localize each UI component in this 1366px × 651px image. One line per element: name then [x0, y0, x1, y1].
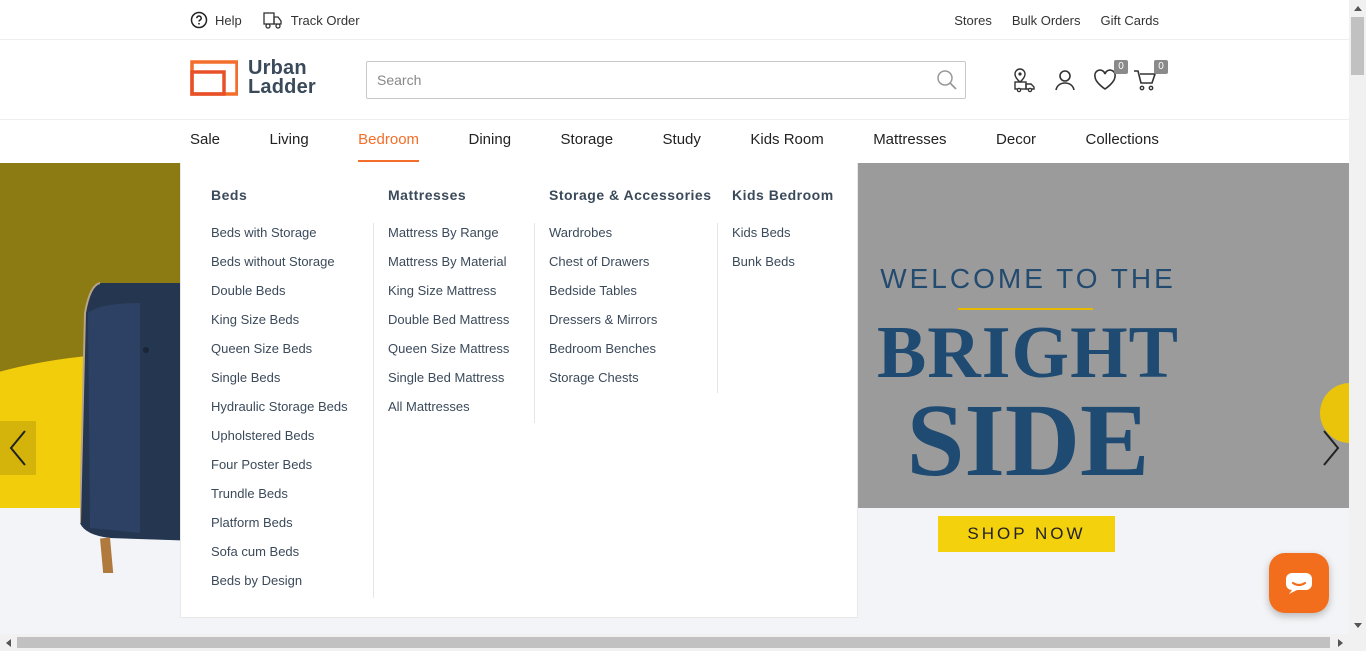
logo-icon: [190, 60, 238, 96]
wishlist-count-badge: 0: [1114, 60, 1128, 74]
nav-item-mattresses[interactable]: Mattresses: [873, 120, 946, 163]
bedroom-mega-menu: Beds Beds with Storage Beds without Stora…: [180, 163, 858, 618]
nav-item-dining[interactable]: Dining: [469, 120, 512, 163]
logo-line2: Ladder: [248, 76, 316, 98]
mega-col-links: Beds with Storage Beds without Storage Dou…: [211, 224, 348, 601]
cart-icon[interactable]: 0: [1132, 60, 1168, 93]
carousel-next-button[interactable]: [1313, 421, 1349, 475]
nav-item-decor[interactable]: Decor: [996, 120, 1036, 163]
user-icon[interactable]: [1052, 67, 1078, 93]
cart-count-badge: 0: [1154, 60, 1168, 74]
track-order-label: Track Order: [290, 12, 360, 28]
mega-link[interactable]: Bedside Tables: [549, 282, 657, 311]
help-label: Help: [215, 12, 242, 28]
carousel-prev-button[interactable]: [0, 421, 36, 475]
mega-link[interactable]: Platform Beds: [211, 514, 348, 543]
column-divider: [534, 223, 535, 423]
mega-link[interactable]: Hydraulic Storage Beds: [211, 398, 348, 427]
mega-link[interactable]: Beds without Storage: [211, 253, 348, 282]
utility-left: Help Track Order: [190, 0, 360, 40]
search-icon[interactable]: [929, 62, 965, 98]
mega-link[interactable]: Dressers & Mirrors: [549, 311, 657, 340]
mega-link[interactable]: Double Beds: [211, 282, 348, 311]
mega-link[interactable]: Queen Size Mattress: [388, 340, 509, 369]
category-nav: Sale Living Bedroom Dining Storage Study Kids …: [0, 120, 1349, 163]
hero-welcome-text: WELCOME TO THE: [880, 263, 1176, 294]
mega-link[interactable]: Single Bed Mattress: [388, 369, 509, 398]
help-icon: [190, 11, 208, 29]
mega-link[interactable]: Beds with Storage: [211, 224, 348, 253]
store-locator-icon[interactable]: [1012, 67, 1038, 93]
vertical-scrollbar-thumb[interactable]: [1351, 17, 1364, 75]
mega-link[interactable]: King Size Beds: [211, 311, 348, 340]
mega-link[interactable]: Bedroom Benches: [549, 340, 657, 369]
logo[interactable]: Urban Ladder: [190, 58, 316, 98]
mega-link[interactable]: Wardrobes: [549, 224, 657, 253]
shop-now-button[interactable]: SHOP NOW: [938, 516, 1115, 552]
mega-col-links: Mattress By Range Mattress By Material Kin…: [388, 224, 509, 427]
nav-item-kids-room[interactable]: Kids Room: [750, 120, 823, 163]
category-nav-list: Sale Living Bedroom Dining Storage Study Kids …: [190, 120, 1159, 163]
scroll-left-icon[interactable]: [0, 634, 17, 651]
hero-side-text: SIDE: [906, 383, 1150, 498]
mega-link[interactable]: Upholstered Beds: [211, 427, 348, 456]
mega-link[interactable]: Storage Chests: [549, 369, 657, 398]
mega-link[interactable]: Sofa cum Beds: [211, 543, 348, 572]
hero-divider: [958, 308, 1093, 310]
mega-link[interactable]: Chest of Drawers: [549, 253, 657, 282]
truck-icon: [263, 12, 282, 29]
scroll-up-icon[interactable]: [1349, 0, 1366, 17]
chevron-right-icon: [1323, 430, 1340, 466]
mega-col-heading[interactable]: Mattresses: [388, 187, 466, 203]
mega-col-heading[interactable]: Kids Bedroom: [732, 187, 834, 203]
mega-link[interactable]: Trundle Beds: [211, 485, 348, 514]
mega-link[interactable]: Single Beds: [211, 369, 348, 398]
nav-item-collections[interactable]: Collections: [1086, 120, 1159, 163]
horizontal-scrollbar[interactable]: [0, 634, 1366, 651]
mega-col-heading[interactable]: Storage & Accessories: [549, 187, 712, 203]
column-divider: [717, 223, 718, 393]
column-divider: [373, 223, 374, 598]
chat-bubble-icon: [1286, 573, 1312, 594]
search-input[interactable]: [367, 62, 929, 98]
scroll-right-icon[interactable]: [1332, 634, 1349, 651]
hero-bright-text: BRIGHT: [876, 312, 1180, 394]
nav-item-living[interactable]: Living: [270, 120, 309, 163]
utility-right: Stores Bulk Orders Gift Cards: [954, 0, 1159, 40]
chevron-left-icon: [9, 430, 26, 466]
mega-link[interactable]: Mattress By Material: [388, 253, 509, 282]
horizontal-scrollbar-thumb[interactable]: [17, 637, 1330, 648]
wishlist-icon[interactable]: 0: [1092, 60, 1128, 93]
mega-link[interactable]: Four Poster Beds: [211, 456, 348, 485]
mega-link[interactable]: Double Bed Mattress: [388, 311, 509, 340]
bulk-orders-link[interactable]: Bulk Orders: [1012, 13, 1081, 28]
logo-text: Urban Ladder: [248, 58, 316, 98]
scroll-down-icon[interactable]: [1349, 617, 1366, 634]
stores-link[interactable]: Stores: [954, 13, 992, 28]
mega-col-links: Kids Beds Bunk Beds: [732, 224, 795, 282]
nav-item-bedroom[interactable]: Bedroom: [358, 120, 419, 163]
vertical-scrollbar[interactable]: [1349, 0, 1366, 634]
mega-link[interactable]: Queen Size Beds: [211, 340, 348, 369]
gift-cards-link[interactable]: Gift Cards: [1100, 13, 1159, 28]
mega-link[interactable]: Beds by Design: [211, 572, 348, 601]
mega-col-links: Wardrobes Chest of Drawers Bedside Tables D…: [549, 224, 657, 398]
search-box: [366, 61, 966, 99]
mega-link[interactable]: Mattress By Range: [388, 224, 509, 253]
nav-item-sale[interactable]: Sale: [190, 120, 220, 163]
mega-link[interactable]: Kids Beds: [732, 224, 795, 253]
header: Urban Ladder 0 0: [0, 41, 1349, 120]
chat-button[interactable]: [1269, 553, 1329, 613]
track-order-link[interactable]: Track Order: [262, 10, 360, 30]
nav-item-study[interactable]: Study: [663, 120, 701, 163]
mega-link[interactable]: All Mattresses: [388, 398, 509, 427]
mega-link[interactable]: Bunk Beds: [732, 253, 795, 282]
mega-col-heading[interactable]: Beds: [211, 187, 247, 203]
help-link[interactable]: Help: [190, 11, 242, 29]
nav-item-storage[interactable]: Storage: [561, 120, 614, 163]
header-icons: 0 0: [1012, 60, 1168, 93]
mega-link[interactable]: King Size Mattress: [388, 282, 509, 311]
utility-bar: Help Track Order Stores Bulk Orders Gift…: [0, 0, 1349, 40]
